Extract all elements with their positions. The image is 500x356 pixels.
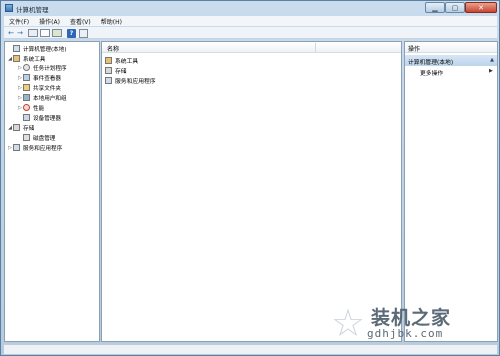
menu-bar: 文件(F) 操作(A) 查看(V) 帮助(H) bbox=[4, 16, 497, 26]
actions-section-header[interactable]: 计算机管理(本地) ▲ bbox=[405, 55, 497, 66]
tree-item-label: 共享文件夹 bbox=[33, 85, 61, 92]
minimize-icon: ▁ bbox=[432, 3, 438, 12]
tree-item-label: 事件查看器 bbox=[33, 75, 61, 82]
tree-item-local-users[interactable]: ▷ 本地用户和组 bbox=[17, 93, 67, 102]
shared-folder-icon bbox=[23, 84, 30, 91]
minimize-button[interactable]: ▁ bbox=[425, 2, 445, 13]
window-title: 计算机管理 bbox=[16, 6, 49, 14]
column-separator[interactable] bbox=[315, 43, 316, 52]
computer-icon bbox=[13, 45, 20, 52]
storage-icon bbox=[105, 67, 112, 74]
forward-arrow-icon: → bbox=[17, 29, 23, 37]
tree-item-label: 存储 bbox=[23, 125, 35, 132]
tree-item-disk-management[interactable]: 磁盘管理 bbox=[17, 133, 55, 142]
tree-item-root[interactable]: 计算机管理(本地) bbox=[7, 44, 67, 53]
tree-item-label: 任务计划程序 bbox=[33, 65, 67, 72]
list-item[interactable]: 存储 bbox=[105, 66, 127, 75]
forward-button[interactable]: → bbox=[16, 29, 24, 37]
status-bar bbox=[4, 344, 497, 354]
up-one-level-button[interactable] bbox=[28, 29, 38, 37]
column-name-header[interactable]: 名称 bbox=[107, 44, 119, 53]
actions-title: 操作 bbox=[405, 42, 497, 53]
tree-item-label: 服务和应用程序 bbox=[23, 145, 63, 152]
performance-icon bbox=[23, 104, 30, 111]
close-button[interactable]: ✕ bbox=[465, 2, 497, 13]
tree-item-performance[interactable]: ▷ 性能 bbox=[17, 103, 44, 112]
app-window: 计算机管理 ▁ ▢ ✕ 文件(F) 操作(A) 查看(V) 帮助(H) ← → … bbox=[0, 0, 500, 356]
users-icon bbox=[23, 94, 30, 101]
tree-item-shared-folders[interactable]: ▷ 共享文件夹 bbox=[17, 83, 61, 92]
help-icon: ? bbox=[69, 30, 74, 37]
tree-item-services-apps[interactable]: ▷ 服务和应用程序 bbox=[7, 143, 62, 152]
tree-item-label: 本地用户和组 bbox=[33, 95, 67, 102]
more-actions-link[interactable]: 更多操作 bbox=[420, 68, 443, 77]
tree-item-storage[interactable]: ◢ 存储 bbox=[7, 123, 34, 132]
device-manager-icon bbox=[23, 114, 30, 121]
services-icon bbox=[105, 77, 112, 84]
list-item[interactable]: 服务和应用程序 bbox=[105, 76, 156, 85]
menu-view[interactable]: 查看(V) bbox=[65, 17, 96, 26]
disk-icon bbox=[23, 134, 30, 141]
list-item-label: 存储 bbox=[115, 69, 127, 75]
tree-item-label: 磁盘管理 bbox=[33, 135, 56, 142]
toolbar: ← → ? bbox=[4, 27, 497, 39]
clock-icon bbox=[23, 64, 30, 71]
menu-help[interactable]: 帮助(H) bbox=[96, 17, 127, 26]
column-header: 名称 bbox=[102, 42, 401, 53]
maximize-button[interactable]: ▢ bbox=[445, 2, 465, 13]
list-item-label: 系统工具 bbox=[115, 59, 139, 65]
export-list-button[interactable] bbox=[52, 29, 62, 37]
show-hide-tree-button[interactable] bbox=[40, 29, 50, 37]
back-button[interactable]: ← bbox=[7, 29, 15, 37]
actions-pane: 操作 计算机管理(本地) ▲ 更多操作 ▶ bbox=[404, 41, 498, 342]
title-bar[interactable]: 计算机管理 ▁ ▢ ✕ bbox=[1, 1, 499, 15]
submenu-arrow-icon: ▶ bbox=[489, 68, 493, 74]
actions-section-label: 计算机管理(本地) bbox=[408, 60, 454, 66]
event-log-icon bbox=[23, 74, 30, 81]
tree-item-system-tools[interactable]: ◢ 系统工具 bbox=[7, 54, 45, 63]
console-tree: 计算机管理(本地) ◢ 系统工具 ▷ 任务计划程序 ▷ 事件查看器 ▷ 共享文件… bbox=[4, 41, 100, 342]
storage-icon bbox=[13, 124, 20, 131]
tree-item-event-viewer[interactable]: ▷ 事件查看器 bbox=[17, 73, 61, 82]
results-list: 名称 系统工具 存储 服务和应用程序 bbox=[101, 41, 402, 342]
tree-item-label: 系统工具 bbox=[23, 56, 46, 63]
properties-button[interactable] bbox=[79, 29, 88, 38]
back-arrow-icon: ← bbox=[8, 29, 14, 37]
collapse-up-icon[interactable]: ▲ bbox=[490, 57, 494, 63]
help-button[interactable]: ? bbox=[67, 29, 76, 38]
list-item[interactable]: 系统工具 bbox=[105, 56, 138, 65]
computer-management-icon bbox=[5, 4, 13, 12]
tree-item-label: 性能 bbox=[33, 105, 45, 112]
menu-action[interactable]: 操作(A) bbox=[34, 17, 65, 26]
maximize-icon: ▢ bbox=[451, 3, 459, 12]
toolbox-icon bbox=[105, 57, 112, 64]
close-icon: ✕ bbox=[478, 3, 484, 12]
toolbox-icon bbox=[13, 55, 20, 62]
tree-item-label: 计算机管理(本地) bbox=[23, 46, 67, 53]
tree-item-device-manager[interactable]: 设备管理器 bbox=[17, 113, 61, 122]
menu-file[interactable]: 文件(F) bbox=[4, 17, 34, 26]
list-item-label: 服务和应用程序 bbox=[115, 79, 156, 85]
services-icon bbox=[13, 144, 20, 151]
tree-item-label: 设备管理器 bbox=[33, 115, 61, 122]
tree-item-task-scheduler[interactable]: ▷ 任务计划程序 bbox=[17, 63, 67, 72]
